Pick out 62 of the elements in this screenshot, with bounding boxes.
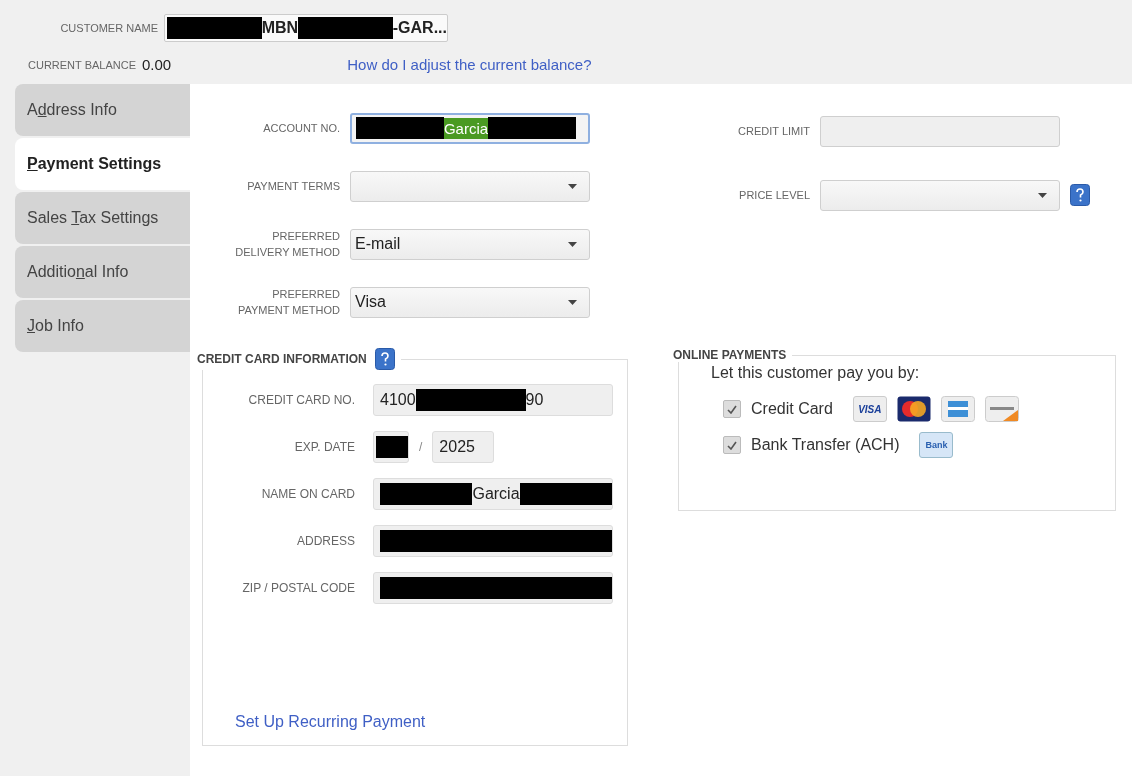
intro-text: Let this customer pay you by:	[711, 364, 921, 382]
card-logo-icon	[984, 396, 1019, 422]
group-title: ONLINE PAYMENTS	[673, 348, 787, 362]
field-text: -GAR...	[392, 19, 447, 37]
input-field[interactable]: 4100 90	[373, 383, 613, 416]
input-field[interactable]: Garcia	[373, 477, 613, 510]
field-text: 4100	[380, 390, 416, 409]
field-label: NAME ON CARD	[260, 486, 355, 501]
customer-name-field[interactable]: MBN -GAR...	[164, 14, 448, 42]
option-label: Bank Transfer (ACH)	[751, 436, 900, 454]
field-label: PAYMENT TERMS	[246, 179, 340, 194]
input-field[interactable]	[820, 115, 1060, 147]
card-logo-icon	[940, 396, 975, 422]
input-field[interactable]	[373, 524, 613, 557]
field-label: CREDIT LIMIT	[737, 124, 810, 139]
recurring-payment-link[interactable]: Set Up Recurring Payment	[235, 713, 627, 731]
field-text: Garcia	[472, 484, 520, 503]
checkmark-icon	[727, 440, 737, 450]
selected-text: Garcia	[443, 117, 489, 139]
option-label: Credit Card	[751, 400, 833, 418]
balance-value: 0.00	[142, 56, 172, 73]
field-label: CUSTOMER NAME	[59, 22, 158, 34]
field-label: ZIP / POSTAL CODE	[241, 580, 355, 595]
field-label: PREFERRED DELIVERY METHOD	[234, 229, 340, 260]
field-text: MBN	[261, 19, 299, 37]
field-label: CREDIT CARD NO.	[247, 392, 355, 407]
dropdown-arrow-icon	[568, 299, 577, 305]
dropdown[interactable]: E-mail	[350, 228, 590, 260]
input-field[interactable]	[373, 571, 613, 604]
dropdown[interactable]: Visa	[350, 286, 590, 318]
input-field[interactable]: Garcia	[350, 112, 590, 144]
checkbox[interactable]	[723, 436, 741, 454]
bank-logo: Bank	[919, 432, 954, 458]
field-label: CURRENT BALANCE	[28, 58, 136, 71]
card-logo: VISA	[852, 396, 887, 422]
checkmark-icon	[727, 404, 737, 414]
date-separator: /	[419, 439, 423, 454]
checkbox[interactable]	[723, 400, 741, 418]
tab[interactable]: Payment Settings	[15, 138, 190, 190]
field-text: 90	[525, 390, 544, 409]
field-label: PRICE LEVEL	[738, 188, 810, 203]
help-link[interactable]: How do I adjust the current balance?	[347, 56, 592, 73]
redaction-bar	[376, 435, 408, 458]
dropdown-arrow-icon	[568, 183, 577, 189]
field-label: ADDRESS	[296, 533, 355, 548]
input-field[interactable]: 2025	[432, 430, 495, 463]
field-label: EXP. DATE	[293, 439, 355, 454]
input-field[interactable]	[373, 430, 409, 463]
tab[interactable]: Address Info	[15, 84, 190, 136]
tab[interactable]: Additional Info	[15, 246, 190, 298]
field-label: PREFERRED PAYMENT METHOD	[236, 287, 340, 318]
card-logo-icon	[896, 396, 931, 422]
dropdown-arrow-icon	[568, 241, 577, 247]
help-icon[interactable]	[374, 348, 395, 370]
field-label: ACCOUNT NO.	[262, 121, 340, 136]
tab[interactable]: Job Info	[15, 300, 190, 352]
group-title: CREDIT CARD INFORMATION	[197, 352, 367, 366]
field-text: Visa	[355, 293, 386, 311]
dropdown-arrow-icon	[1038, 192, 1047, 198]
field-text: E-mail	[355, 235, 401, 253]
help-icon[interactable]	[1070, 184, 1090, 206]
tab[interactable]: Sales Tax Settings	[15, 192, 190, 244]
